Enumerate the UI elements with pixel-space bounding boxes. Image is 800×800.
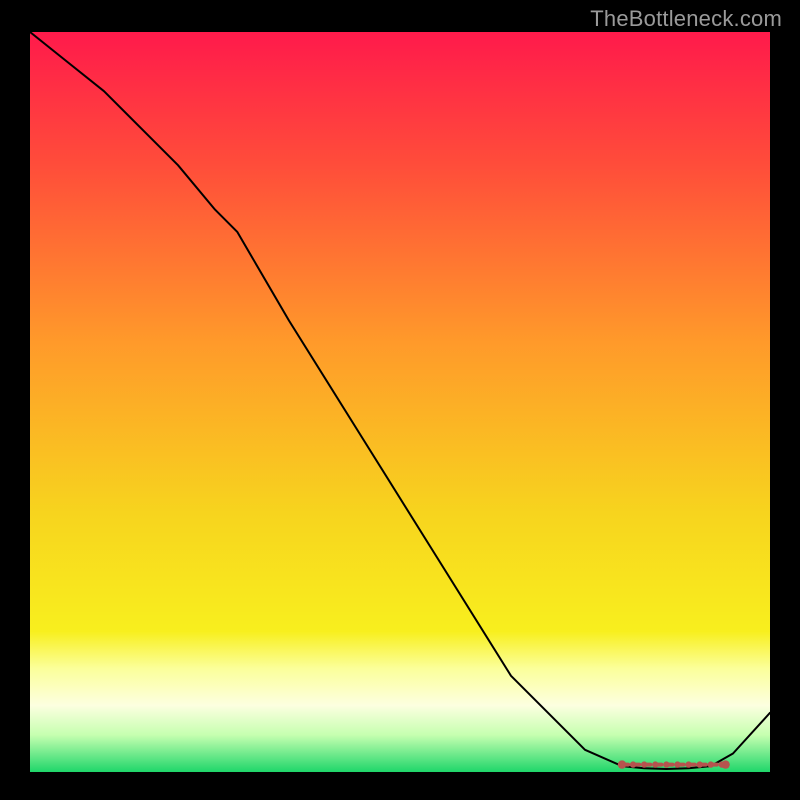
- chart-stage: TheBottleneck.com: [0, 0, 800, 800]
- watermark-text: TheBottleneck.com: [590, 6, 782, 32]
- chart-background: [30, 32, 770, 772]
- plot-area: [30, 32, 770, 772]
- chart-svg: [30, 32, 770, 772]
